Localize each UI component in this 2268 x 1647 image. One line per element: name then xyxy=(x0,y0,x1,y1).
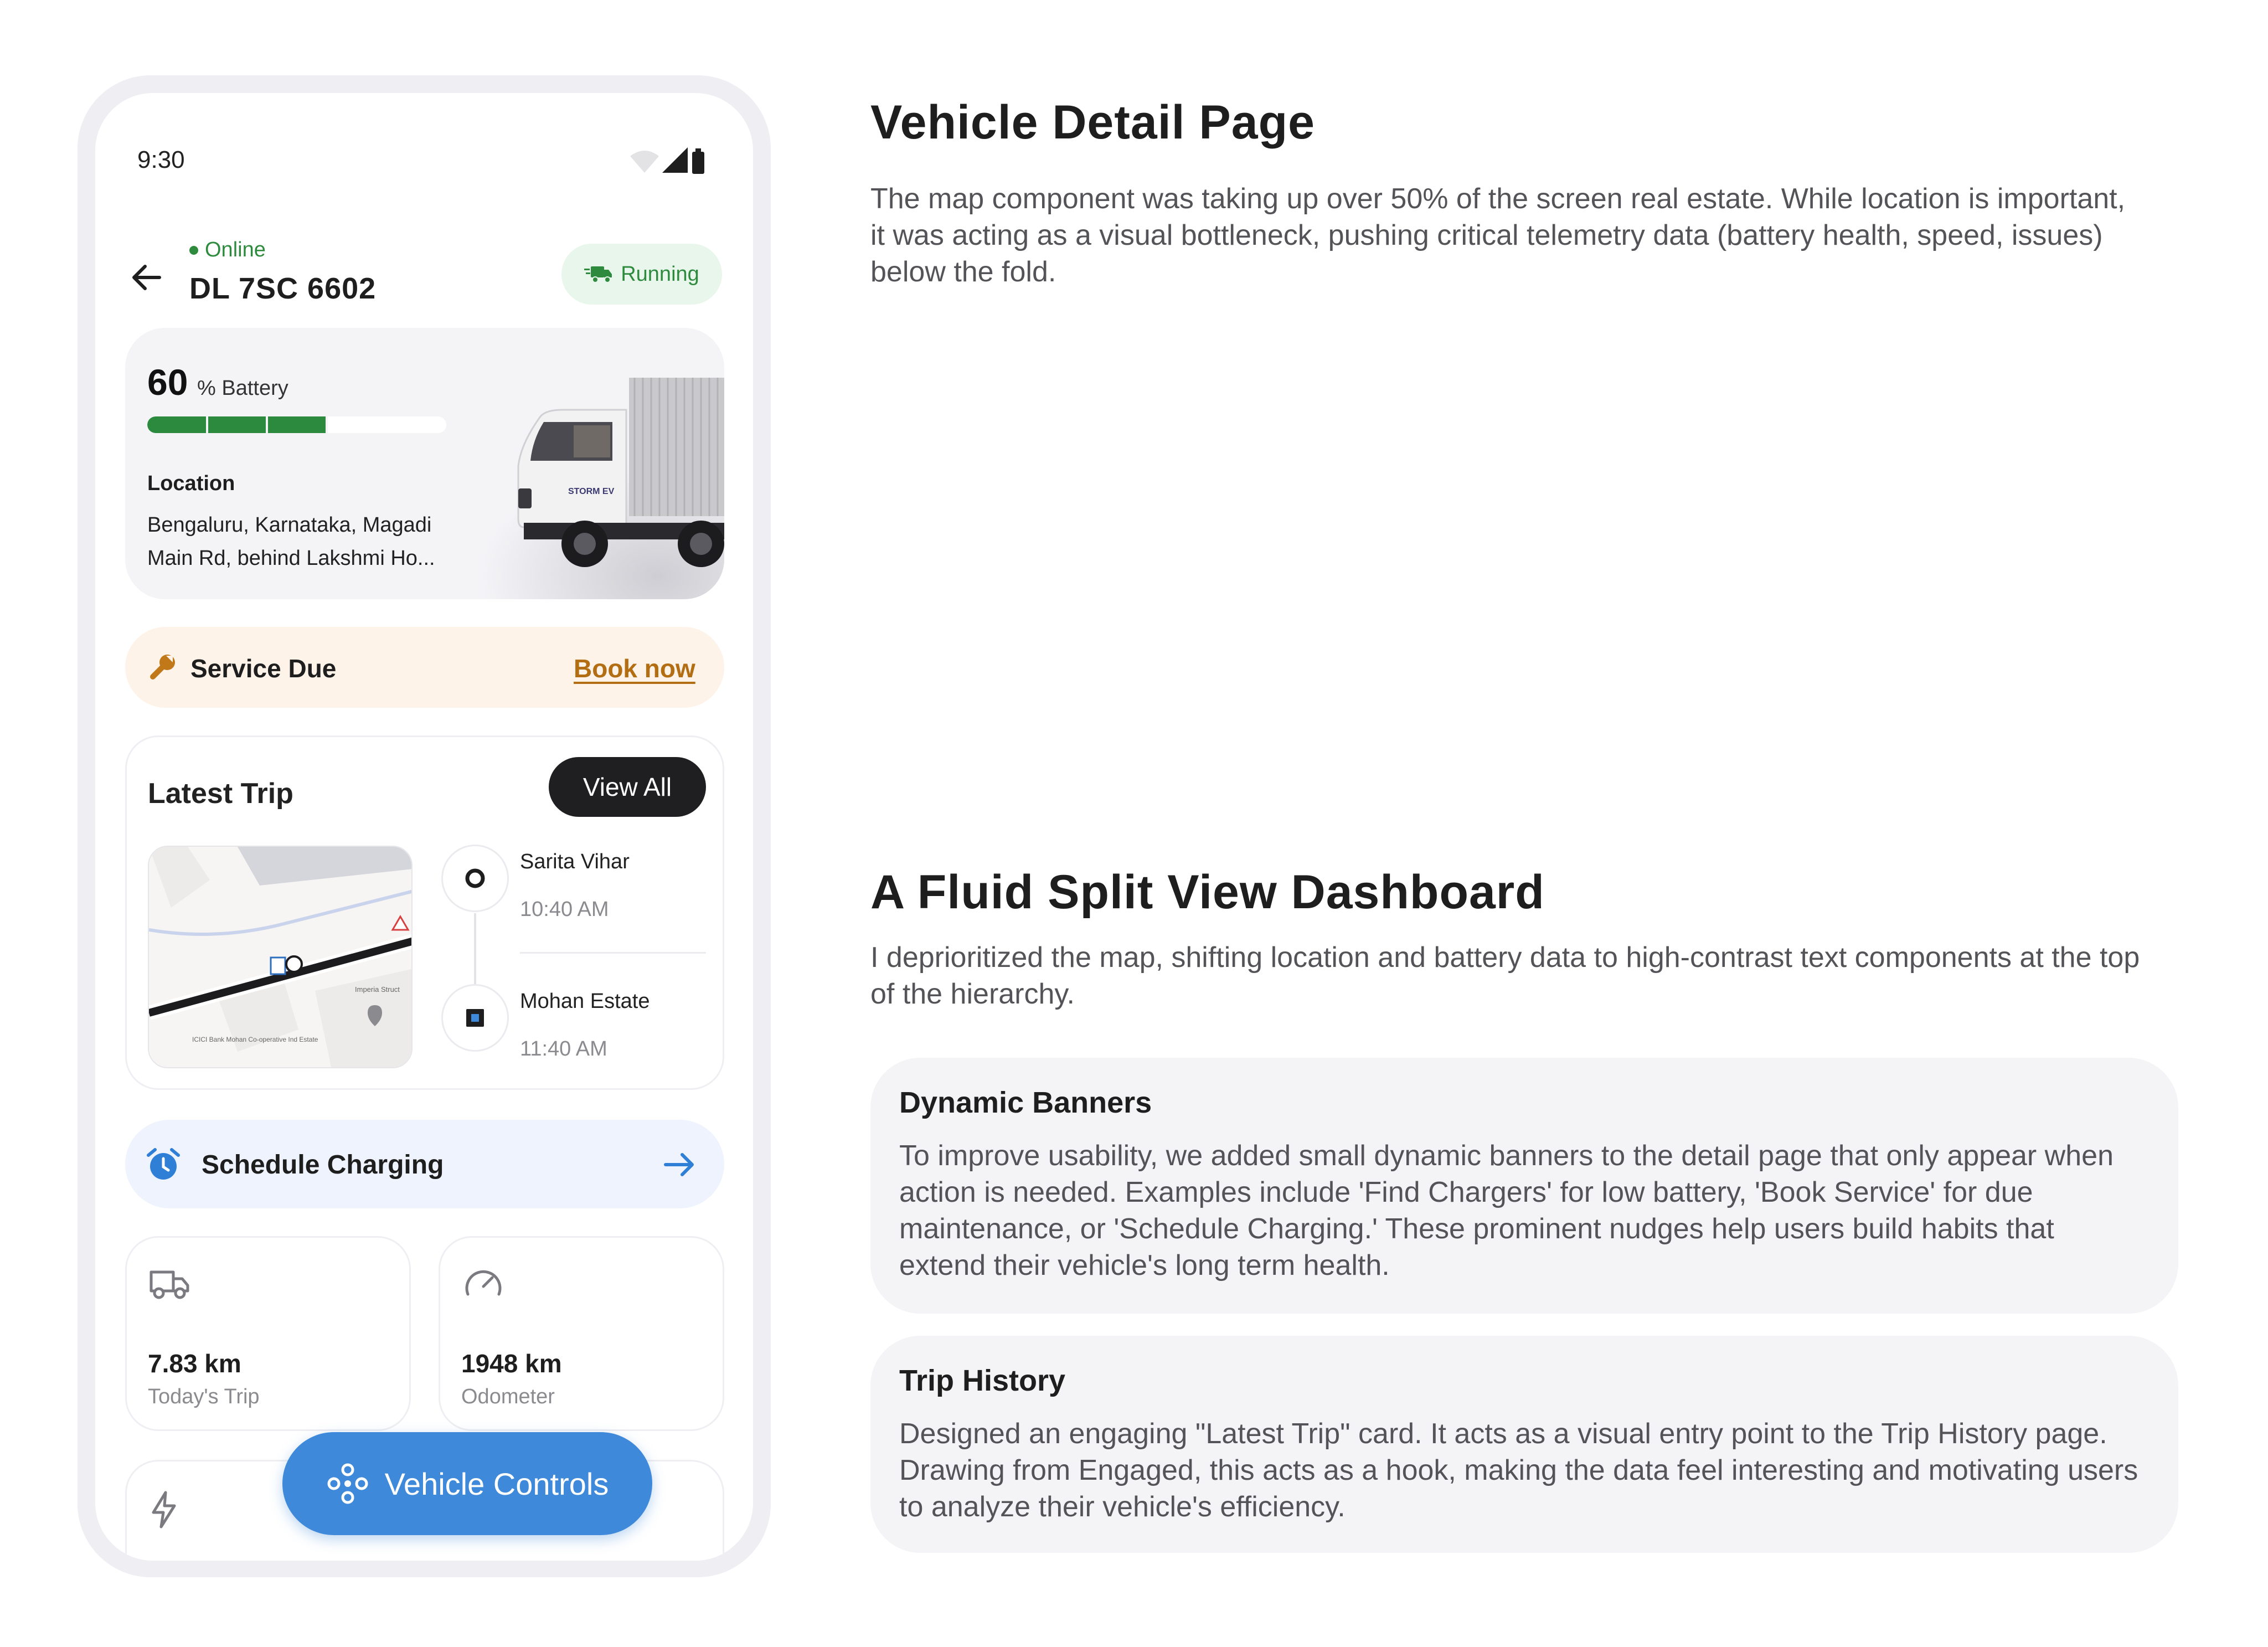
section-body-split-view: I deprioritized the map, shifting locati… xyxy=(870,941,2140,1010)
trip-history-title: Trip History xyxy=(899,1364,1066,1397)
odometer-card[interactable]: 1948 km Odometer xyxy=(439,1236,724,1431)
latest-trip-card[interactable]: Latest Trip View All Imperia Struct ICIC… xyxy=(125,735,724,1090)
start-stop-time: 10:40 AM xyxy=(520,898,609,921)
battery-label: % Battery xyxy=(197,377,288,400)
schedule-charging-banner[interactable]: Schedule Charging xyxy=(125,1120,724,1208)
online-text: Online xyxy=(205,238,266,261)
vehicle-controls-label: Vehicle Controls xyxy=(384,1466,609,1501)
battery-location-card[interactable]: 60 % Battery Location Bengaluru, Karnata… xyxy=(125,328,724,599)
end-stop-time: 11:40 AM xyxy=(520,1037,607,1061)
phone-frame: 9:30 Online DL 7SC 6602 Running 60 % Bat… xyxy=(78,75,771,1577)
location-title: Location xyxy=(147,472,235,495)
truck-image: STORM EV xyxy=(517,378,724,567)
truck-icon xyxy=(150,1270,189,1299)
speedometer-icon xyxy=(465,1270,502,1296)
location-text: Bengaluru, Karnataka, Magadi Main Rd, be… xyxy=(147,513,435,570)
signal-icon xyxy=(662,147,688,173)
dynamic-banners-card: Dynamic Banners To improve usability, we… xyxy=(870,1058,2178,1314)
map-label-icici: ICICI Bank Mohan Co-operative Ind Estate xyxy=(192,1036,318,1043)
trip-map: Imperia Struct ICICI Bank Mohan Co-opera… xyxy=(149,847,411,1067)
end-point-icon xyxy=(466,1009,484,1027)
dynamic-banners-body: To improve usability, we added small dyn… xyxy=(899,1140,2114,1281)
trip-history-body: Designed an engaging "Latest Trip" card.… xyxy=(899,1418,2138,1523)
wrench-icon xyxy=(150,655,175,680)
status-time: 9:30 xyxy=(137,146,185,173)
end-stop-marker xyxy=(441,984,509,1052)
todays-trip-label: Today's Trip xyxy=(148,1385,260,1408)
schedule-charging-label: Schedule Charging xyxy=(202,1150,444,1180)
start-stop-name: Sarita Vihar xyxy=(520,850,630,873)
odometer-label: Odometer xyxy=(461,1385,555,1408)
arrow-right-icon[interactable] xyxy=(661,1146,698,1183)
trip-history-card: Trip History Designed an engaging "Lates… xyxy=(870,1336,2178,1553)
service-due-label: Service Due xyxy=(190,654,337,683)
wifi-icon xyxy=(630,151,659,173)
phone-screen: 9:30 Online DL 7SC 6602 Running 60 % Bat… xyxy=(95,93,753,1561)
battery-percent: 60 xyxy=(147,362,188,403)
todays-trip-value: 7.83 km xyxy=(148,1349,241,1378)
running-badge-label: Running xyxy=(621,262,699,286)
end-stop-name: Mohan Estate xyxy=(520,990,650,1013)
battery-bar xyxy=(147,416,446,433)
section-title-vehicle-detail: Vehicle Detail Page xyxy=(870,96,1315,149)
start-stop-marker xyxy=(441,845,509,912)
vehicle-controls-button[interactable]: Vehicle Controls xyxy=(282,1432,652,1535)
controls-icon xyxy=(327,1463,368,1504)
running-badge: Running xyxy=(561,244,722,305)
svg-text:STORM EV: STORM EV xyxy=(568,487,615,496)
service-due-banner[interactable]: Service Due Book now xyxy=(125,627,724,708)
back-arrow-icon[interactable] xyxy=(127,258,166,297)
online-dot-icon xyxy=(189,245,198,255)
truck-fast-icon xyxy=(584,266,612,283)
latest-trip-title: Latest Trip xyxy=(148,778,293,810)
dynamic-banners-title: Dynamic Banners xyxy=(899,1086,1152,1119)
online-status: Online xyxy=(189,238,266,262)
toll-icon xyxy=(270,956,286,975)
alarm-clock-icon xyxy=(147,1148,180,1180)
battery-status-icon xyxy=(692,148,704,174)
vehicle-plate: DL 7SC 6602 xyxy=(189,272,377,305)
start-point-icon xyxy=(465,868,485,888)
section-body-vehicle-detail: The map component was taking up over 50%… xyxy=(870,183,2126,288)
trip-map-thumbnail[interactable]: Imperia Struct ICICI Bank Mohan Co-opera… xyxy=(148,846,413,1068)
status-icons xyxy=(630,147,704,174)
book-now-link[interactable]: Book now xyxy=(574,653,695,683)
section-title-split-view: A Fluid Split View Dashboard xyxy=(870,866,1545,919)
route-connector xyxy=(474,913,476,984)
map-label-imperia: Imperia Struct xyxy=(355,985,400,994)
lightning-icon xyxy=(152,1491,176,1528)
battery-bar-fill xyxy=(147,416,327,433)
odometer-value: 1948 km xyxy=(461,1349,562,1378)
view-all-button[interactable]: View All xyxy=(549,757,706,817)
todays-trip-card[interactable]: 7.83 km Today's Trip xyxy=(125,1236,411,1431)
